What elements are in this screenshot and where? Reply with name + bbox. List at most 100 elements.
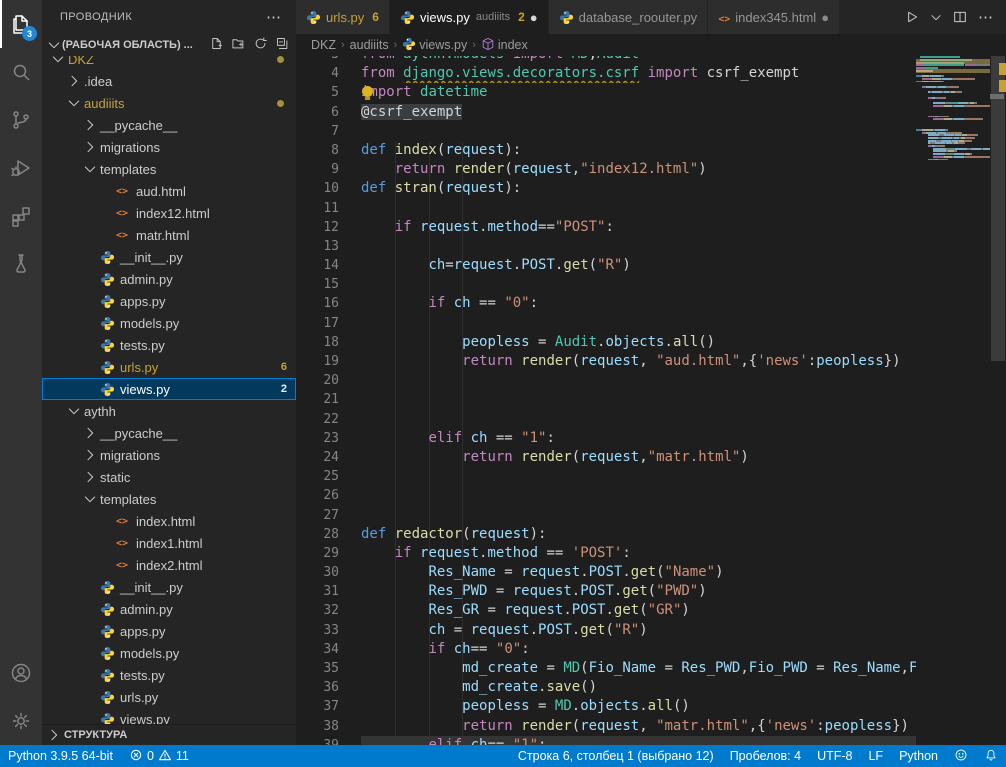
activitybar-source-control-icon[interactable] — [0, 96, 42, 144]
tree-item-models-py[interactable]: models.py — [42, 642, 296, 664]
tree-item-migrations[interactable]: migrations — [42, 444, 296, 466]
indentation-item[interactable]: Пробелов: 4 — [722, 745, 809, 767]
breadcrumb-label: index — [498, 38, 528, 52]
vscode-window: 3 ПРОВОДНИК ⋯ (РАБОЧАЯ ОБЛАСТЬ) ... DKZ.… — [0, 0, 1006, 767]
line-number: 25 — [296, 467, 361, 486]
line-content — [361, 410, 916, 429]
tree-item-tests-py[interactable]: tests.py — [42, 664, 296, 686]
activitybar-account-icon[interactable] — [0, 649, 42, 697]
tree-item-tests-py[interactable]: tests.py — [42, 334, 296, 356]
scrollbar-thumb[interactable] — [991, 56, 1005, 361]
code-line-39: 39 elif ch== "1": — [296, 736, 916, 745]
eol-item[interactable]: LF — [860, 745, 891, 767]
outline-section-header[interactable]: СТРУКТУРА — [42, 724, 296, 745]
split-editor-button[interactable] — [950, 7, 970, 27]
minimap[interactable] — [916, 56, 990, 745]
tree-item-aud-html[interactable]: <>aud.html — [42, 180, 296, 202]
tree-item-index-html[interactable]: <>index.html — [42, 510, 296, 532]
tree-item-pycache[interactable]: __pycache__ — [42, 114, 296, 136]
breadcrumb-item-index[interactable]: index — [481, 37, 528, 54]
refresh-icon[interactable] — [253, 36, 268, 54]
tree-item-apps-py[interactable]: apps.py — [42, 620, 296, 642]
tree-item-init-py[interactable]: __init__.py — [42, 576, 296, 598]
tree-item-apps-py[interactable]: apps.py — [42, 290, 296, 312]
overview-ruler-marker — [990, 94, 1004, 99]
cursor-position-label: Строка 6, столбец 1 (выбрано 12) — [518, 749, 714, 763]
feedback-item[interactable] — [946, 745, 976, 767]
code-editor[interactable]: 3from aythh.models import MD,Audit4from … — [296, 56, 916, 745]
workspace-section-header[interactable]: (РАБОЧАЯ ОБЛАСТЬ) ... — [42, 34, 296, 56]
tree-item-label: index12.html — [136, 206, 210, 221]
tree-item-static[interactable]: static — [42, 466, 296, 488]
tree-item-index12-html[interactable]: <>index12.html — [42, 202, 296, 224]
tree-item-admin-py[interactable]: admin.py — [42, 268, 296, 290]
tree-item-matr-html[interactable]: <>matr.html — [42, 224, 296, 246]
editor-tabs: urls.py6views.pyaudiiits2●database_roout… — [296, 0, 1006, 34]
chevron-down-icon — [50, 56, 68, 67]
line-content: def stran(request): — [361, 179, 916, 198]
tree-item-init-py[interactable]: __init__.py — [42, 246, 296, 268]
html-file-icon: <> — [116, 230, 136, 241]
breadcrumb-item-views-py[interactable]: views.py — [402, 37, 467, 54]
activitybar-testing-icon[interactable] — [0, 240, 42, 288]
tree-item-index2-html[interactable]: <>index2.html — [42, 554, 296, 576]
tree-item-urls-py[interactable]: urls.py — [42, 686, 296, 708]
problems-item[interactable]: 0 11 — [121, 745, 197, 767]
tree-item-urls-py[interactable]: urls.py6 — [42, 356, 296, 378]
run-button[interactable] — [902, 7, 922, 27]
line-content: def redactor(request): — [361, 525, 916, 544]
collapse-all-icon[interactable] — [275, 36, 290, 54]
breadcrumb-item-dkz[interactable]: DKZ — [311, 38, 336, 52]
views-more-actions-icon[interactable]: ⋯ — [266, 8, 282, 26]
main-area: 3 ПРОВОДНИК ⋯ (РАБОЧАЯ ОБЛАСТЬ) ... DKZ.… — [0, 0, 1006, 745]
tree-item-templates[interactable]: templates — [42, 488, 296, 510]
activitybar-search-icon[interactable] — [0, 48, 42, 96]
line-content — [361, 237, 916, 256]
new-folder-icon[interactable] — [231, 36, 246, 54]
activity-bar: 3 — [0, 0, 42, 745]
tab-description: audiiits — [476, 11, 510, 23]
tab-label: urls.py — [326, 10, 364, 25]
activitybar-run-debug-icon[interactable] — [0, 144, 42, 192]
html-file-icon: <> — [116, 186, 136, 197]
language-mode-item[interactable]: Python — [891, 745, 946, 767]
tab-database-roouter-py[interactable]: database_roouter.py — [549, 0, 709, 34]
tree-item-index1-html[interactable]: <>index1.html — [42, 532, 296, 554]
tree-item-label: audiiits — [84, 96, 124, 111]
activitybar-explorer-icon[interactable]: 3 — [0, 0, 42, 48]
tree-item-admin-py[interactable]: admin.py — [42, 598, 296, 620]
tree-item-label: templates — [100, 162, 156, 177]
tree-item-dkz[interactable]: DKZ — [42, 56, 296, 70]
tab-views-py[interactable]: views.pyaudiiits2● — [390, 0, 549, 34]
code-line-10: 10def stran(request): — [296, 179, 916, 198]
tree-item-views-py[interactable]: views.py2 — [42, 378, 296, 400]
code-line-17: 17 — [296, 314, 916, 333]
activitybar-badge: 3 — [22, 26, 37, 41]
tree-item-migrations[interactable]: migrations — [42, 136, 296, 158]
python-file-icon — [100, 294, 120, 309]
line-content: ch = request.POST.get("R") — [361, 621, 916, 640]
python-file-icon — [100, 316, 120, 331]
tree-item-idea[interactable]: .idea — [42, 70, 296, 92]
tab-index345-html[interactable]: <>index345.html● — [708, 0, 840, 34]
tree-item-aythh[interactable]: aythh — [42, 400, 296, 422]
activitybar-extensions-icon[interactable] — [0, 192, 42, 240]
new-file-icon[interactable] — [209, 36, 224, 54]
more-actions-button[interactable]: ⋯ — [974, 8, 998, 26]
tree-item-models-py[interactable]: models.py — [42, 312, 296, 334]
run-dropdown[interactable] — [926, 7, 946, 27]
tree-item-views-py[interactable]: views.py — [42, 708, 296, 724]
python-interpreter-item[interactable]: Python 3.9.5 64-bit — [0, 745, 121, 767]
notifications-item[interactable] — [976, 745, 1006, 767]
cursor-position-item[interactable]: Строка 6, столбец 1 (выбрано 12) — [510, 745, 722, 767]
editor-scrollbar[interactable] — [990, 56, 1006, 745]
tree-item-audiiits[interactable]: audiiits — [42, 92, 296, 114]
line-number: 7 — [296, 122, 361, 141]
tree-item-templates[interactable]: templates — [42, 158, 296, 180]
breadcrumb-item-audiiits[interactable]: audiiits — [350, 38, 389, 52]
python-file-icon — [100, 602, 120, 617]
encoding-item[interactable]: UTF-8 — [809, 745, 860, 767]
tree-item-pycache[interactable]: __pycache__ — [42, 422, 296, 444]
tab-urls-py[interactable]: urls.py6 — [296, 0, 390, 34]
activitybar-settings-gear-icon[interactable] — [0, 697, 42, 745]
